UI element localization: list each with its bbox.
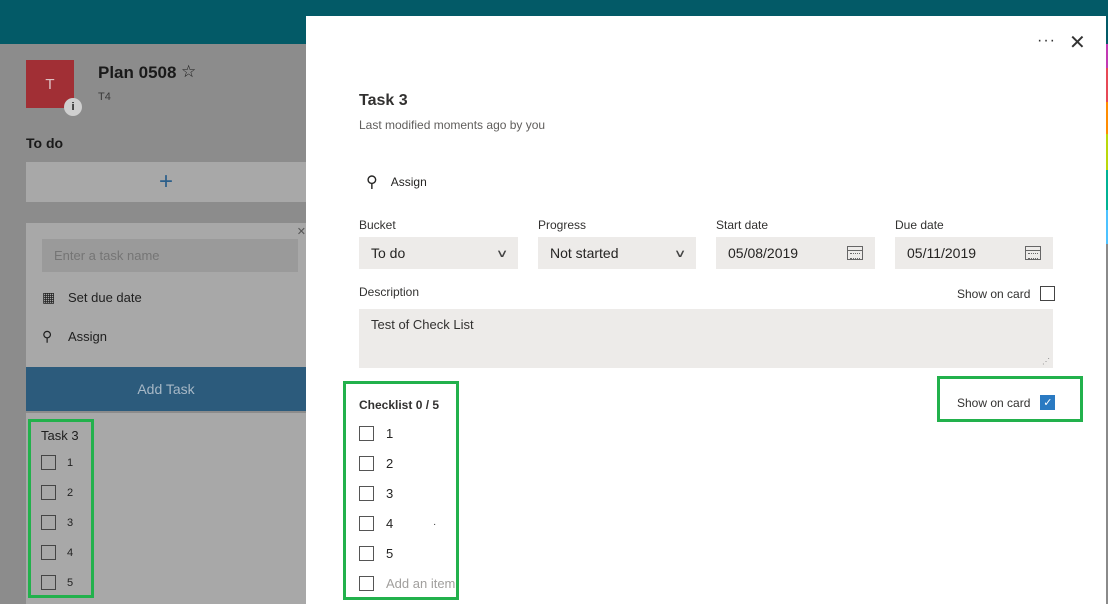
resize-grip-icon[interactable]: ⋰ xyxy=(1042,357,1050,366)
favorite-star-icon[interactable]: ☆ xyxy=(181,62,196,82)
start-date-value: 05/08/2019 xyxy=(728,245,799,261)
bucket-title: To do xyxy=(26,135,64,151)
due-date-label: Due date xyxy=(895,218,944,232)
close-icon[interactable]: ✕ xyxy=(1069,30,1086,55)
plus-icon: + xyxy=(158,168,173,195)
plan-group-name: T4 xyxy=(98,91,111,103)
task-title[interactable]: Task 3 xyxy=(359,92,408,110)
close-new-task-icon[interactable]: ✕ xyxy=(297,225,306,238)
add-task-plus-button[interactable]: + xyxy=(26,162,306,202)
description-label: Description xyxy=(359,285,420,299)
new-task-card: ✕ ▦ Set due date ⚲ Assign Add Task xyxy=(26,223,306,411)
description-show-on-card[interactable]: Show on card xyxy=(957,286,1056,301)
description-text: Test of Check List xyxy=(371,317,474,332)
assign-button[interactable]: ⚲ Assign xyxy=(42,328,107,345)
person-add-icon: ⚲ xyxy=(42,328,53,344)
calendar-icon[interactable] xyxy=(847,246,863,260)
more-options-icon[interactable]: ··· xyxy=(1037,32,1056,50)
bucket-label: Bucket xyxy=(359,218,396,232)
last-modified-text: Last modified moments ago by you xyxy=(359,118,546,132)
person-add-icon: ⚲ xyxy=(366,174,378,191)
avatar-letter: T xyxy=(45,75,55,93)
assign-button[interactable]: ⚲ Assign xyxy=(366,172,427,192)
progress-dropdown[interactable]: Not started ∨ xyxy=(538,237,696,269)
show-on-card-label: Show on card xyxy=(957,286,1031,301)
task-name-input[interactable] xyxy=(42,239,298,272)
progress-value: Not started xyxy=(550,245,619,261)
set-due-date-button[interactable]: ▦ Set due date xyxy=(42,289,142,306)
due-date-picker[interactable]: 05/11/2019 xyxy=(895,237,1053,269)
assign-label: Assign xyxy=(390,175,427,189)
progress-label: Progress xyxy=(538,218,587,232)
highlight-box xyxy=(28,419,94,598)
bucket-dropdown[interactable]: To do ∨ xyxy=(359,237,518,269)
calendar-icon: ▦ xyxy=(42,289,56,305)
plan-title: Plan 0508 xyxy=(98,63,177,82)
start-date-picker[interactable]: 05/08/2019 xyxy=(716,237,875,269)
bucket-value: To do xyxy=(371,245,406,261)
highlight-box xyxy=(343,381,459,600)
calendar-icon[interactable] xyxy=(1025,246,1041,260)
assign-label: Assign xyxy=(68,329,108,344)
due-date-value: 05/11/2019 xyxy=(907,245,977,261)
chevron-down-icon: ∨ xyxy=(495,247,509,260)
description-textarea[interactable]: Test of Check List ⋰ xyxy=(359,309,1053,368)
info-icon[interactable]: i xyxy=(64,98,82,116)
start-date-label: Start date xyxy=(716,218,769,232)
show-on-card-checkbox[interactable] xyxy=(1040,286,1056,301)
add-task-button[interactable]: Add Task xyxy=(26,367,306,411)
chevron-down-icon: ∨ xyxy=(673,247,687,260)
set-due-date-label: Set due date xyxy=(68,290,142,305)
highlight-box xyxy=(937,376,1083,422)
